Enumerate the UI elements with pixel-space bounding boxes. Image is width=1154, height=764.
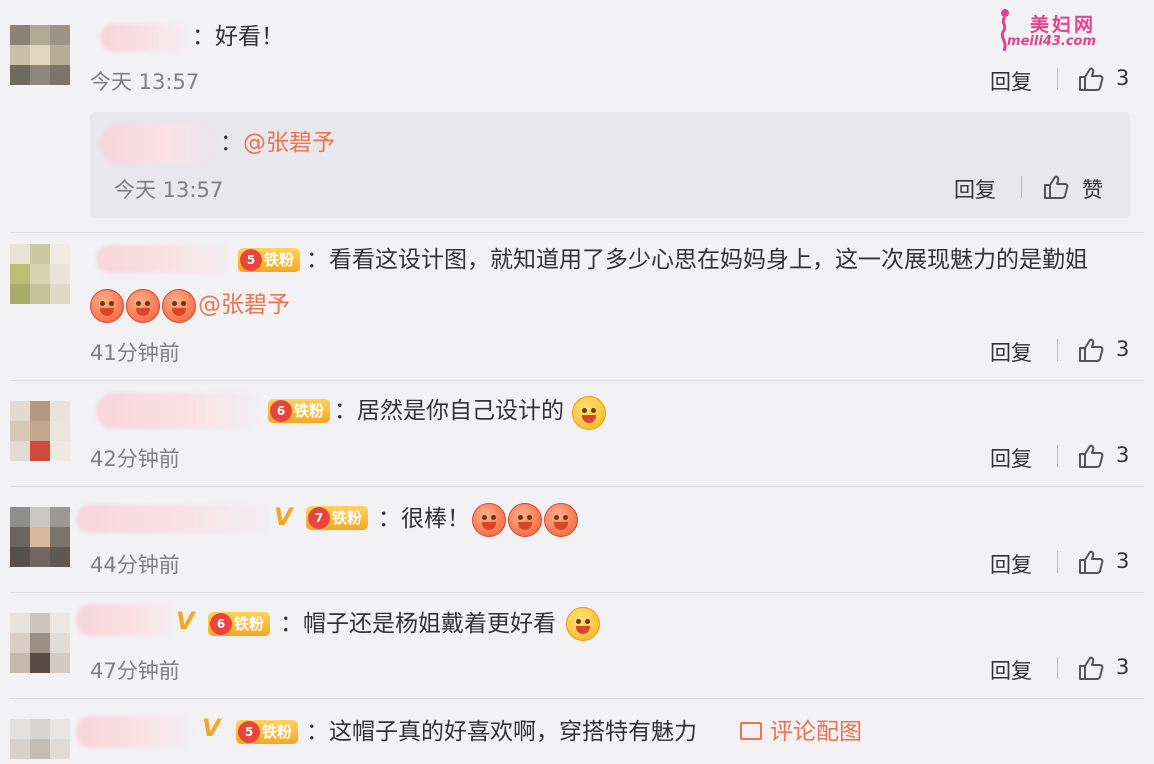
divider <box>1057 551 1058 573</box>
sub-reply-username-blurred[interactable] <box>100 124 218 164</box>
username-blurred[interactable] <box>96 393 264 429</box>
thumbs-up-icon[interactable] <box>1078 549 1104 575</box>
comment-time: 41分钟前 <box>90 341 180 365</box>
comment-divider <box>10 486 1144 487</box>
image-icon[interactable] <box>740 722 762 740</box>
reply-button[interactable]: 回复 <box>990 443 1032 473</box>
fan-badge: 5 铁粉 <box>236 720 299 744</box>
username-blurred[interactable] <box>100 24 190 52</box>
thumbs-up-icon[interactable] <box>1078 443 1104 469</box>
comment-text: ：好看！ <box>192 24 284 50</box>
watermark-text: 美妇网 <box>1029 14 1096 36</box>
comment-divider <box>10 380 1144 381</box>
comment-time: 42分钟前 <box>90 447 180 471</box>
grin-emoji-icon <box>566 607 600 641</box>
divider <box>1021 176 1022 198</box>
crying-emoji-icon <box>162 289 196 323</box>
like-count: 3 <box>1116 549 1130 573</box>
comment-text: ：这帽子真的好喜欢啊，穿搭特有魅力 <box>306 719 697 745</box>
sub-reply-button[interactable]: 回复 <box>954 174 996 204</box>
comment-divider <box>10 592 1144 593</box>
avatar[interactable] <box>10 507 70 567</box>
divider <box>1057 657 1058 679</box>
watermark-url: meili43.com <box>1007 34 1096 49</box>
avatar[interactable] <box>10 613 70 673</box>
divider <box>1057 68 1058 90</box>
comment-image-link[interactable]: 评论配图 <box>770 717 862 747</box>
mention-link[interactable]: @张碧予 <box>243 130 335 156</box>
smile-emoji-icon <box>572 396 606 430</box>
reply-button[interactable]: 回复 <box>990 337 1032 367</box>
bunny-emoji-icon <box>544 503 578 537</box>
avatar[interactable] <box>10 244 70 304</box>
comment-time: 今天 13:57 <box>90 70 200 94</box>
verified-v-icon: V <box>176 607 195 635</box>
verified-v-icon: V <box>274 503 293 531</box>
thumbs-up-icon[interactable] <box>1043 174 1069 200</box>
username-blurred[interactable] <box>76 604 182 636</box>
comment-text: ：很棒！ <box>378 506 470 532</box>
comment-text: ：居然是你自己设计的 <box>334 398 564 424</box>
crying-emoji-icon <box>126 289 160 323</box>
comment-divider <box>10 232 1144 233</box>
like-label[interactable]: 赞 <box>1082 174 1103 204</box>
crying-emoji-icon <box>90 289 124 323</box>
like-count: 3 <box>1116 443 1130 467</box>
thumbs-up-icon[interactable] <box>1078 337 1104 363</box>
divider <box>1057 339 1058 361</box>
sub-reply-time: 今天 13:57 <box>114 178 224 202</box>
fan-badge: 6 铁粉 <box>268 399 331 423</box>
reply-button[interactable]: 回复 <box>990 66 1032 96</box>
mention-link[interactable]: @张碧予 <box>198 290 290 320</box>
comment-text: ：帽子还是杨姐戴着更好看 <box>280 611 556 637</box>
verified-v-icon: V <box>202 714 221 742</box>
comment-time: 44分钟前 <box>90 553 180 577</box>
bunny-emoji-icon <box>508 503 542 537</box>
like-count: 3 <box>1116 66 1130 90</box>
username-blurred[interactable] <box>96 245 236 273</box>
comment-text: ：看看这设计图，就知道用了多少心思在妈妈身上，这一次展现魅力的是勤姐 <box>306 247 1088 273</box>
username-blurred[interactable] <box>76 505 272 533</box>
fan-badge: 7 铁粉 <box>306 506 369 530</box>
thumbs-up-icon[interactable] <box>1078 655 1104 681</box>
like-count: 3 <box>1116 655 1130 679</box>
fan-badge: 5 铁粉 <box>238 248 301 272</box>
comment-time: 47分钟前 <box>90 659 180 683</box>
divider <box>1057 445 1058 467</box>
like-count: 3 <box>1116 337 1130 361</box>
reply-button[interactable]: 回复 <box>990 655 1032 685</box>
avatar[interactable] <box>10 401 70 461</box>
avatar[interactable] <box>10 25 70 85</box>
thumbs-up-icon[interactable] <box>1078 66 1104 92</box>
sub-reply-text: ：@张碧予 <box>220 130 335 156</box>
bunny-emoji-icon <box>472 503 506 537</box>
username-blurred[interactable] <box>76 716 194 748</box>
fan-badge: 6 铁粉 <box>208 612 271 636</box>
reply-button[interactable]: 回复 <box>990 549 1032 579</box>
comment-divider <box>10 698 1144 699</box>
avatar[interactable] <box>10 719 70 764</box>
